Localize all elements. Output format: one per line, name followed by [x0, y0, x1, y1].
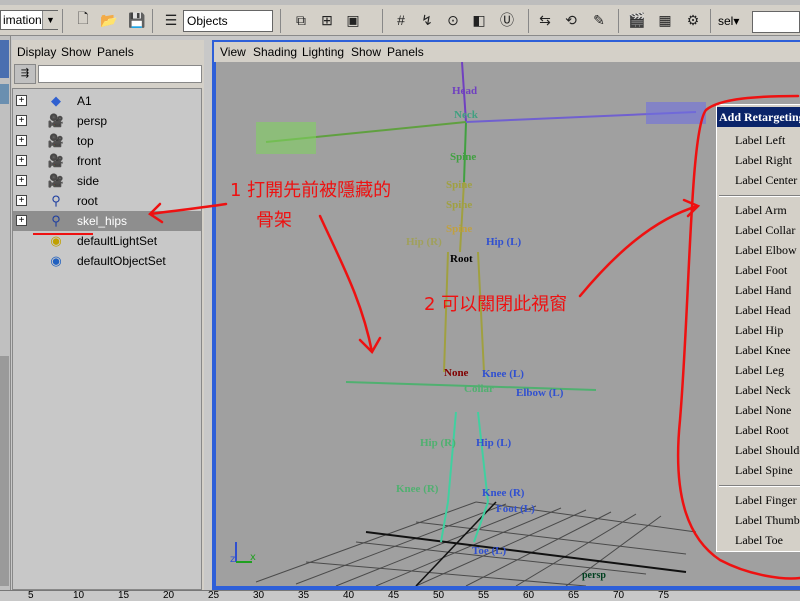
- annotation-arrows: [148, 94, 800, 580]
- arrow-to-skeleton: [318, 214, 382, 355]
- arrow-to-popup: [578, 198, 701, 298]
- arrow-to-skel-hips: [148, 202, 228, 224]
- circle-around-popup: [676, 94, 800, 580]
